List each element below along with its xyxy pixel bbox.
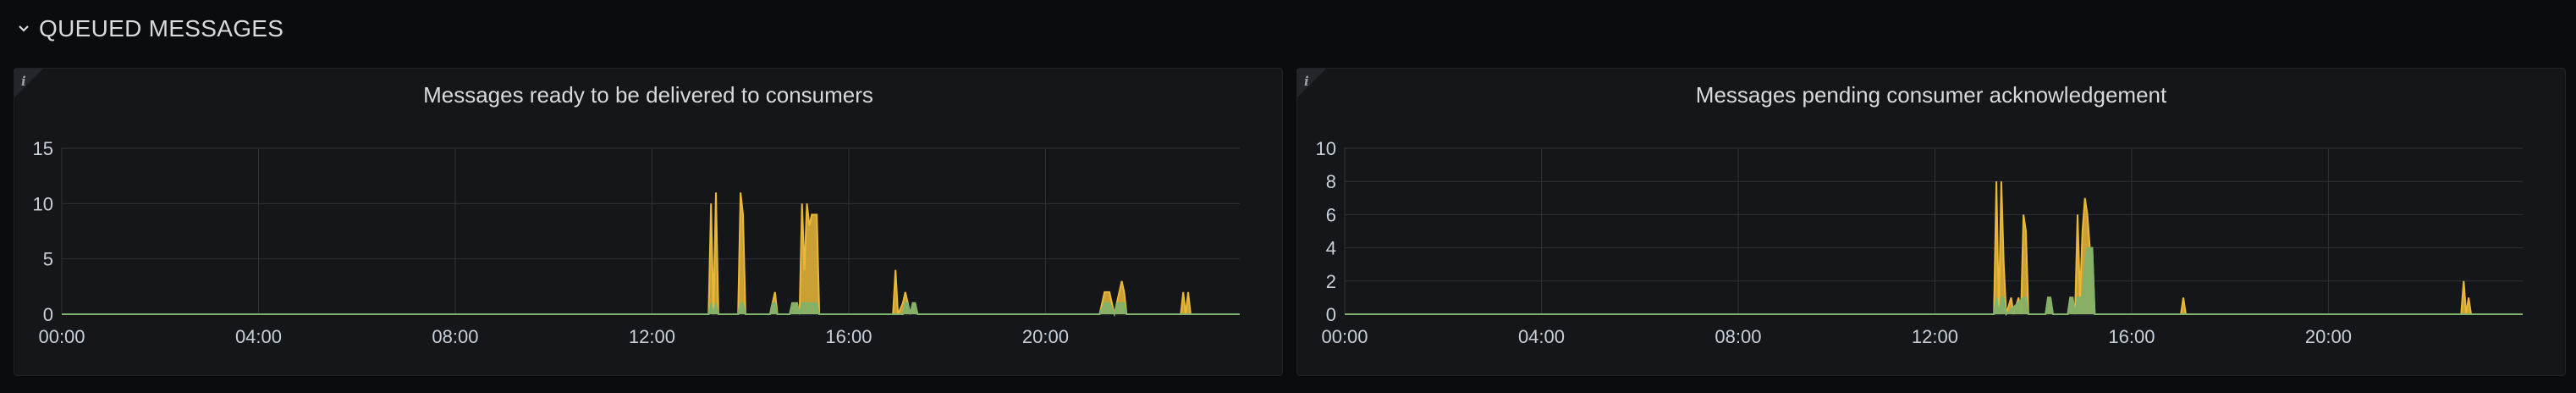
panel-messages-pending[interactable]: i Messages pending consumer acknowledgem…: [1296, 68, 2566, 376]
series-area-0: [62, 192, 1240, 314]
x-tick-label: 00:00: [1321, 326, 1368, 347]
x-tick-label: 12:00: [629, 326, 675, 347]
y-tick-label: 8: [1326, 171, 1336, 192]
chevron-down-icon[interactable]: [17, 22, 30, 36]
x-tick-label: 08:00: [432, 326, 478, 347]
y-tick-label: 5: [43, 249, 53, 270]
row-title[interactable]: QUEUED MESSAGES: [39, 15, 283, 42]
y-tick-label: 0: [1326, 304, 1336, 325]
x-tick-label: 16:00: [825, 326, 872, 347]
y-tick-label: 0: [43, 304, 53, 325]
x-tick-label: 12:00: [1912, 326, 1958, 347]
x-tick-label: 04:00: [235, 326, 282, 347]
y-tick-label: 4: [1326, 238, 1336, 259]
chart-messages-ready: 0 5 10 15 00:00 04:00 08:00 12:00 16:00 20:00: [33, 138, 1240, 347]
x-tick-label: 04:00: [1518, 326, 1565, 347]
panel-messages-ready[interactable]: i Messages ready to be delivered to cons…: [14, 68, 1283, 376]
x-tick-label: 20:00: [2305, 326, 2352, 347]
y-tick-label: 10: [33, 193, 53, 214]
y-tick-label: 2: [1326, 271, 1336, 292]
series-line-1: [62, 302, 1240, 318]
x-tick-label: 20:00: [1022, 326, 1069, 347]
y-tick-label: 10: [1316, 138, 1336, 159]
series-line-0: [62, 192, 1240, 315]
x-tick-label: 08:00: [1715, 326, 1761, 347]
y-tick-label: 15: [33, 138, 53, 159]
x-tick-label: 00:00: [38, 326, 85, 347]
row-header[interactable]: QUEUED MESSAGES: [17, 12, 283, 46]
series-area-1: [62, 302, 1240, 314]
x-tick-label: 16:00: [2108, 326, 2155, 347]
y-tick-label: 6: [1326, 204, 1336, 225]
chart-messages-pending: 0 2 4 6 8 10 00:00 04:00 08:00 12:00 16:00 20:00: [1316, 138, 2523, 347]
